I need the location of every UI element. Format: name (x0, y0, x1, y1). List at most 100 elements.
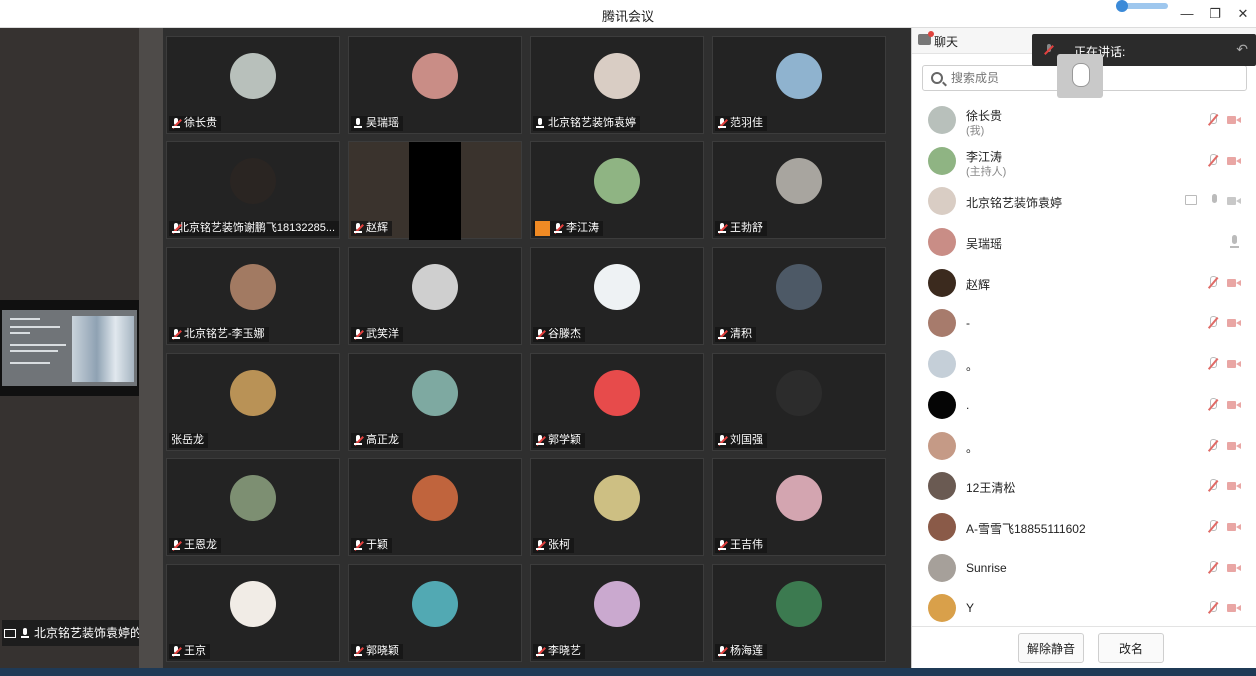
participant-tile[interactable]: 王勃舒 (712, 141, 886, 239)
participant-tile[interactable]: 刘国强 (712, 353, 886, 451)
mic-muted-icon[interactable] (1207, 438, 1219, 453)
member-avatar (928, 431, 956, 460)
camera-off-icon[interactable] (1227, 318, 1241, 328)
member-avatar (928, 594, 956, 623)
mic-muted-icon[interactable] (1207, 479, 1219, 493)
participant-name-label: 王吉伟 (715, 538, 767, 553)
camera-off-icon[interactable] (1227, 115, 1241, 125)
participant-tile[interactable]: 高正龙 (348, 353, 522, 451)
unmute-all-button[interactable]: 解除静音 (1018, 633, 1084, 663)
participant-name: 赵辉 (366, 222, 388, 234)
participant-tile[interactable]: 王吉伟 (712, 458, 886, 556)
mic-icon[interactable] (1210, 194, 1220, 208)
camera-off-icon[interactable] (1227, 400, 1241, 410)
camera-icon[interactable] (1227, 196, 1241, 206)
participant-name-label: 北京铭艺-李玉娜 (169, 327, 269, 342)
restore-icon[interactable]: ❐ (1204, 4, 1226, 24)
volume-slider-knob[interactable] (1116, 0, 1128, 12)
camera-off-icon[interactable] (1227, 359, 1241, 369)
mic-muted-icon[interactable] (1207, 153, 1219, 168)
member-row[interactable]: A-雪雪飞18855111602 (912, 507, 1256, 548)
close-icon[interactable]: ✕ (1232, 4, 1254, 24)
mic-muted-icon[interactable] (1207, 601, 1219, 615)
participant-tile[interactable]: 北京铭艺-李玉娜 (166, 247, 340, 345)
mic-muted-icon[interactable] (1207, 113, 1219, 127)
participant-tile[interactable]: 于颖 (348, 458, 522, 556)
reply-arrow-icon[interactable]: ↶ (1236, 41, 1248, 58)
avatar (594, 581, 640, 627)
participant-tile[interactable]: 郭学颖 (530, 353, 704, 451)
participant-name: 武笑洋 (366, 328, 399, 340)
rename-button[interactable]: 改名 (1098, 633, 1164, 663)
participant-name: 张柯 (548, 539, 570, 551)
member-row[interactable]: Y (912, 588, 1256, 629)
participant-tile[interactable]: 王京 (166, 564, 340, 662)
participant-tile[interactable]: 范羽佳 (712, 36, 886, 134)
mic-muted-icon (1044, 44, 1054, 56)
mic-icon (535, 118, 545, 129)
mic-muted-icon[interactable] (1207, 560, 1219, 575)
participant-tile[interactable]: 吴瑞瑶 (348, 36, 522, 134)
participant-tile[interactable]: 王恩龙 (166, 458, 340, 556)
mic-muted-icon[interactable] (1207, 316, 1219, 330)
sharer-name: 北京铭艺装饰袁婷的 (34, 626, 139, 640)
avatar (776, 264, 822, 310)
member-row[interactable]: 12王清松 (912, 466, 1256, 507)
mic-muted-icon[interactable] (1207, 357, 1219, 371)
member-row[interactable]: 吴瑞瑶 (912, 222, 1256, 263)
minimize-icon[interactable]: — (1176, 4, 1198, 24)
member-row[interactable]: Sunrise (912, 548, 1256, 589)
mouse-cursor-icon (1057, 54, 1103, 98)
member-avatar (928, 146, 956, 175)
participant-tile[interactable]: 张柯 (530, 458, 704, 556)
participant-name-label: 王京 (169, 644, 210, 659)
mic-muted-icon (717, 223, 728, 234)
camera-off-icon[interactable] (1227, 481, 1241, 491)
mic-icon[interactable] (1229, 235, 1241, 249)
camera-off-icon[interactable] (1227, 603, 1241, 613)
volume-slider[interactable] (1116, 0, 1168, 12)
avatar (412, 264, 458, 310)
participant-tile[interactable]: 清积 (712, 247, 886, 345)
participant-name-label: 郭晓颖 (351, 644, 403, 659)
participant-tile[interactable]: 张岳龙 (166, 353, 340, 451)
member-row[interactable]: 李江涛 (主持人) (912, 141, 1256, 182)
participant-name: 王京 (184, 645, 206, 657)
participant-tile[interactable]: 赵辉 (348, 141, 522, 240)
title-bar: 腾讯会议 — ❐ ✕ (0, 0, 1256, 28)
participant-name-label: 范羽佳 (715, 116, 767, 131)
avatar (776, 581, 822, 627)
participant-tile[interactable]: 北京铭艺装饰袁婷 (530, 36, 704, 134)
participant-tile[interactable]: 郭晓颖 (348, 564, 522, 662)
member-row[interactable]: 。 (912, 344, 1256, 385)
participant-name: 清积 (730, 328, 752, 340)
participant-tile[interactable]: 北京铭艺装饰谢鹏飞18132285... (166, 141, 340, 239)
mic-muted-icon[interactable] (1207, 519, 1219, 534)
participant-tile[interactable]: 徐长贵 (166, 36, 340, 134)
camera-off-icon[interactable] (1227, 156, 1241, 166)
mic-muted-icon[interactable] (1207, 275, 1219, 290)
member-row[interactable]: - (912, 303, 1256, 344)
participant-tile[interactable]: 武笑洋 (348, 247, 522, 345)
member-row[interactable]: 赵辉 (912, 263, 1256, 304)
camera-off-icon[interactable] (1227, 441, 1241, 451)
participant-tile[interactable]: 杨海莲 (712, 564, 886, 662)
participant-tile[interactable]: 李江涛 (530, 141, 704, 239)
video-feed (409, 142, 461, 240)
mic-muted-icon (171, 118, 182, 129)
member-name: 12王清松 (966, 481, 1016, 496)
member-row[interactable]: 徐长贵 (我) (912, 100, 1256, 141)
panel-divider[interactable] (139, 28, 163, 676)
mic-muted-icon[interactable] (1207, 397, 1219, 412)
member-row[interactable]: 北京铭艺装饰袁婷 (912, 181, 1256, 222)
participant-name-label: 张柯 (533, 538, 574, 553)
member-name: - (966, 316, 970, 331)
shared-screen-thumbnail[interactable] (0, 300, 139, 396)
participant-tile[interactable]: 谷滕杰 (530, 247, 704, 345)
camera-off-icon[interactable] (1227, 522, 1241, 532)
camera-off-icon[interactable] (1227, 563, 1241, 573)
member-row[interactable]: . (912, 385, 1256, 426)
participant-tile[interactable]: 李晓艺 (530, 564, 704, 662)
member-row[interactable]: 。 (912, 426, 1256, 467)
camera-off-icon[interactable] (1227, 278, 1241, 288)
